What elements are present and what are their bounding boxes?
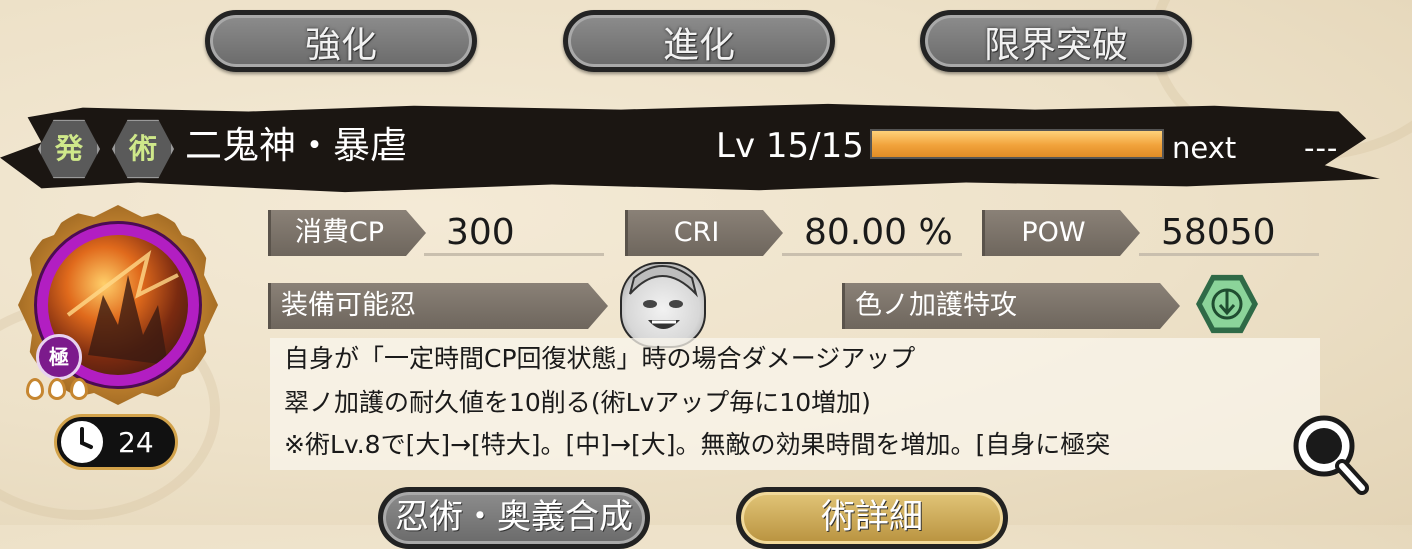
description-line-2: 翠ノ加護の耐久値を10削る(術Lvアップ毎に10増加)	[284, 388, 871, 417]
leaf-attribute-icon	[1196, 274, 1258, 334]
level-label: Lv 15/15	[716, 126, 864, 166]
tab-enhance[interactable]: 強化	[205, 10, 477, 72]
cp-label: 消費CP	[268, 210, 426, 256]
cri-value: 80.00 %	[782, 210, 962, 256]
cooldown-value: 24	[118, 426, 154, 459]
next-value: ---	[1304, 131, 1339, 165]
next-label: next	[1172, 131, 1237, 165]
jutsu-detail-button[interactable]: 術詳細	[736, 487, 1008, 549]
cri-label: CRI	[625, 210, 783, 256]
pow-label: POW	[982, 210, 1140, 256]
exp-bar	[870, 129, 1164, 159]
flame-icon	[48, 378, 66, 400]
attribute-bonus-label: 色ノ加護特攻	[842, 283, 1180, 329]
fusion-button[interactable]: 忍術・奥義合成	[378, 487, 650, 549]
equippable-ninja-portrait[interactable]	[620, 262, 706, 348]
cp-value: 300	[424, 210, 604, 256]
description-line-3: ※術Lv.8で[大]→[特大]。[中]→[大]。無敵の効果時間を増加。[自身に極…	[284, 430, 1111, 459]
jutsu-title: 二鬼神・暴虐	[185, 124, 407, 167]
clock-icon	[58, 418, 106, 466]
pow-value: 58050	[1139, 210, 1319, 256]
magnifier-icon[interactable]	[1290, 412, 1370, 496]
equip-label: 装備可能忍	[268, 283, 608, 329]
tab-evolve[interactable]: 進化	[563, 10, 835, 72]
tab-limit-break[interactable]: 限界突破	[920, 10, 1192, 72]
flame-icon	[26, 378, 44, 400]
rank-kyoku-badge: 極	[36, 334, 82, 380]
description-line-1: 自身が「一定時間CP回復状態」時の場合ダメージアップ	[284, 344, 916, 373]
flame-icon	[70, 378, 88, 400]
exp-bar-fill	[872, 131, 1162, 157]
